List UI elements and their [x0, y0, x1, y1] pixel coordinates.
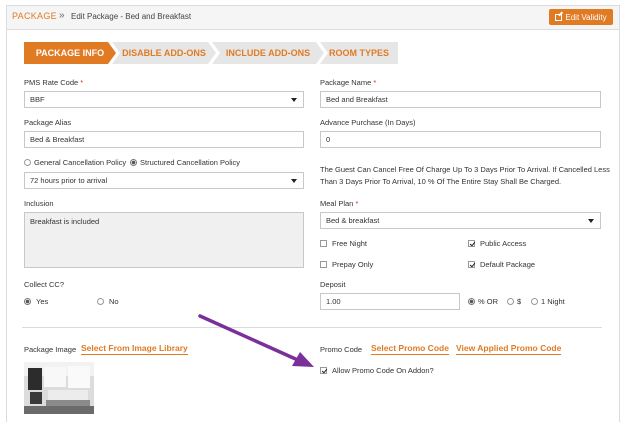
- tab-label: ROOM TYPES: [328, 48, 389, 58]
- tab-label: DISABLE ADD-ONS: [122, 48, 206, 58]
- tab-label: PACKAGE INFO: [35, 48, 105, 58]
- annotation-arrow-icon: [198, 314, 314, 367]
- tab-label: INCLUDE ADD-ONS: [225, 48, 311, 58]
